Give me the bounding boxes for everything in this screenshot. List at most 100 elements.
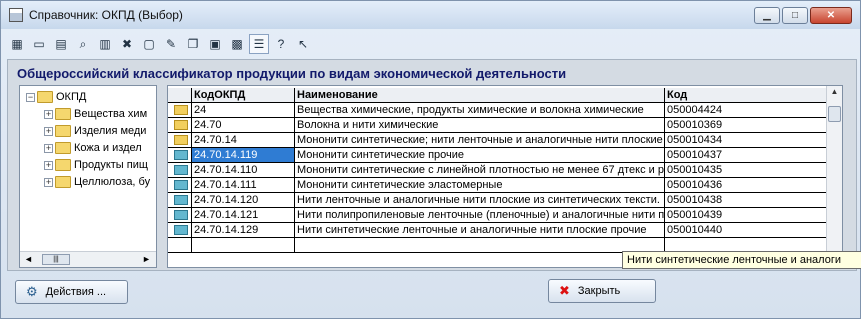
row-icon-cell <box>168 193 192 208</box>
cell-id[interactable]: 050010439 <box>665 208 828 223</box>
table-row-selected[interactable]: 24.70.14.119 Мононити синтетические проч… <box>168 148 828 163</box>
table-icon[interactable]: ▥ <box>95 34 115 54</box>
cell-name[interactable]: Нити полипропиленовые ленточные (пленочн… <box>295 208 665 223</box>
tree-horizontal-scrollbar[interactable]: ◄ ||| ► <box>20 251 156 267</box>
table-row[interactable]: 24.70 Волокна и нити химические 05001036… <box>168 118 828 133</box>
whats-this-icon[interactable]: ↖ <box>293 34 313 54</box>
cell-name[interactable]: Волокна и нити химические <box>295 118 665 133</box>
cell-name[interactable] <box>295 238 665 253</box>
close-button[interactable]: ✖ Закрыть <box>548 279 656 303</box>
record-icon <box>173 210 188 220</box>
tools-icon[interactable]: ✎ <box>161 34 181 54</box>
tree-item[interactable]: + Изделия меди <box>44 123 146 139</box>
scroll-thumb[interactable] <box>828 106 841 122</box>
cell-id[interactable]: 050010434 <box>665 133 828 148</box>
cell-name[interactable]: Мононити синтетические прочие <box>295 148 665 163</box>
row-icon-cell <box>168 103 192 118</box>
cell-id[interactable]: 050004424 <box>665 103 828 118</box>
actions-button[interactable]: ⚙ Действия ... <box>15 280 128 304</box>
cell-code[interactable]: 24.70 <box>192 118 295 133</box>
expand-icon[interactable]: + <box>44 126 53 136</box>
scroll-left-icon[interactable]: ◄ <box>24 254 33 264</box>
export-icon[interactable]: ▩ <box>227 34 247 54</box>
row-icon-cell <box>168 178 192 193</box>
expand-icon[interactable]: + <box>44 109 53 119</box>
help-icon[interactable]: ? <box>271 34 291 54</box>
cell-id[interactable]: 050010436 <box>665 178 828 193</box>
classifier-tree[interactable]: − ОКПД + Вещества хим + Изделия меди + К… <box>19 85 157 268</box>
copy-icon[interactable]: ▢ <box>139 34 159 54</box>
tree-item[interactable]: + Целлюлоза, бу <box>44 174 150 190</box>
expand-icon[interactable]: + <box>44 143 53 153</box>
record-icon <box>173 195 188 205</box>
scroll-right-icon[interactable]: ► <box>142 254 151 264</box>
edit-icon[interactable]: ▤ <box>51 34 71 54</box>
cell-code[interactable]: 24.70.14.110 <box>192 163 295 178</box>
scroll-up-icon[interactable]: ▲ <box>827 86 842 98</box>
app-window: Справочник: ОКПД (Выбор) ▁ □ ✕ ▦ ▭ ▤ ⌕ ▥… <box>0 0 861 319</box>
tree-item[interactable]: + Вещества хим <box>44 106 147 122</box>
cell-code[interactable]: 24.70.14.129 <box>192 223 295 238</box>
close-window-button[interactable]: ✕ <box>810 7 852 24</box>
table-row[interactable]: 24.70.14.120 Нити ленточные и аналогичны… <box>168 193 828 208</box>
cell-name[interactable]: Вещества химические, продукты химические… <box>295 103 665 118</box>
new-icon[interactable]: ▦ <box>7 34 27 54</box>
cell-name[interactable]: Мононити синтетические; нити ленточные и… <box>295 133 665 148</box>
maximize-button[interactable]: □ <box>782 7 808 24</box>
table-row[interactable]: 24.70.14.121 Нити полипропиленовые ленто… <box>168 208 828 223</box>
document-icon[interactable]: ▣ <box>205 34 225 54</box>
column-header-name[interactable]: Наименование <box>295 88 665 103</box>
column-header-id[interactable]: Код <box>665 88 828 103</box>
folder-icon <box>55 125 71 137</box>
tree-root[interactable]: − ОКПД <box>26 89 86 105</box>
cell-id[interactable]: 050010440 <box>665 223 828 238</box>
table-row[interactable]: 24.70.14.111 Мононити синтетические элас… <box>168 178 828 193</box>
cell-code[interactable]: 24 <box>192 103 295 118</box>
tree-item[interactable]: + Продукты пищ <box>44 157 148 173</box>
table-row[interactable]: 24.70.14 Мононити синтетические; нити ле… <box>168 133 828 148</box>
record-icon <box>173 225 188 235</box>
cell-name[interactable]: Мононити синтетические эластомерные <box>295 178 665 193</box>
tooltip: Нити синтетические ленточные и аналоги <box>622 251 861 269</box>
table-row[interactable]: 24.70.14.110 Мононити синтетические с ли… <box>168 163 828 178</box>
cell-id[interactable]: 050010438 <box>665 193 828 208</box>
window-controls: ▁ □ ✕ <box>754 7 852 24</box>
collapse-icon[interactable]: − <box>26 92 35 102</box>
search-icon[interactable]: ⌕ <box>73 34 93 54</box>
cell-code[interactable]: 24.70.14.120 <box>192 193 295 208</box>
cell-code[interactable] <box>192 238 295 253</box>
delete-icon[interactable]: ✖ <box>117 34 137 54</box>
close-button-label: Закрыть <box>577 285 621 297</box>
cell-name[interactable]: Мононити синтетические с линейной плотно… <box>295 163 665 178</box>
folder-icon <box>55 142 71 154</box>
tree-item[interactable]: + Кожа и издел <box>44 140 142 156</box>
record-icon <box>173 165 188 175</box>
cell-code[interactable]: 24.70.14.111 <box>192 178 295 193</box>
cell-code[interactable]: 24.70.14.121 <box>192 208 295 223</box>
clipboard-icon[interactable]: ❐ <box>183 34 203 54</box>
folder-icon <box>173 105 188 115</box>
cell-id[interactable]: 050010435 <box>665 163 828 178</box>
cell-id[interactable]: 050010437 <box>665 148 828 163</box>
tree-view-icon[interactable]: ☰ <box>249 34 269 54</box>
expand-icon[interactable]: + <box>44 160 53 170</box>
minimize-button[interactable]: ▁ <box>754 7 780 24</box>
records-table[interactable]: КодОКПД Наименование Код 24 Вещества хим… <box>167 85 843 268</box>
table-row[interactable]: 24.70.14.129 Нити синтетические ленточны… <box>168 223 828 238</box>
title-bar[interactable]: Справочник: ОКПД (Выбор) ▁ □ ✕ <box>1 1 860 29</box>
table-vertical-scrollbar[interactable]: ▲ ▼ <box>826 86 842 267</box>
row-icon-cell <box>168 148 192 163</box>
row-icon-cell <box>168 133 192 148</box>
table-row[interactable]: 24 Вещества химические, продукты химичес… <box>168 103 828 118</box>
scroll-thumb[interactable]: ||| <box>42 254 70 265</box>
cell-name[interactable]: Нити ленточные и аналогичные нити плоски… <box>295 193 665 208</box>
cell-code[interactable]: 24.70.14 <box>192 133 295 148</box>
cell-name[interactable]: Нити синтетические ленточные и аналогичн… <box>295 223 665 238</box>
column-header-code[interactable]: КодОКПД <box>192 88 295 103</box>
tree-item-label: Кожа и издел <box>74 142 142 154</box>
open-icon[interactable]: ▭ <box>29 34 49 54</box>
page-title: Общероссийский классификатор продукции п… <box>17 66 567 81</box>
expand-icon[interactable]: + <box>44 177 53 187</box>
cell-id[interactable]: 050010369 <box>665 118 828 133</box>
cell-code[interactable]: 24.70.14.119 <box>192 148 295 163</box>
